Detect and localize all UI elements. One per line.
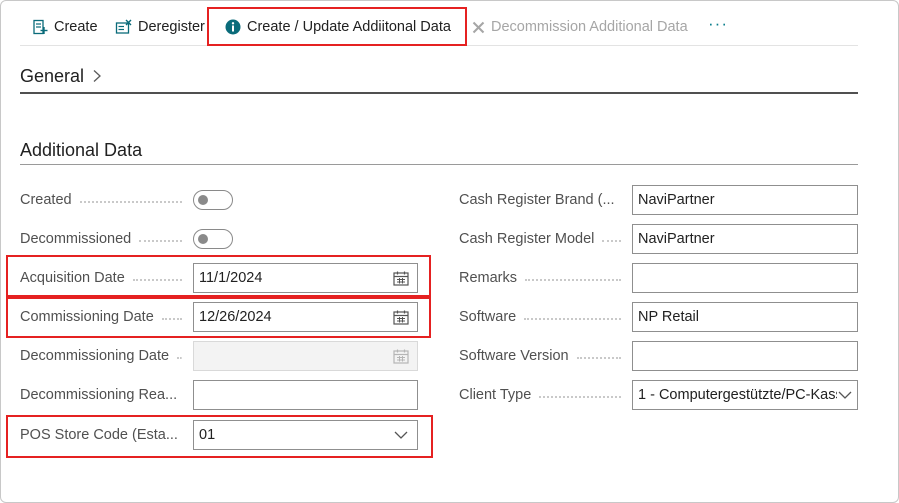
client-type-select[interactable]: 1 - Computergestützte/PC-Kass — [632, 380, 858, 410]
acquisition-date-label-row: Acquisition Date — [20, 269, 186, 287]
remarks-field[interactable] — [632, 263, 858, 293]
create-button[interactable]: Create — [32, 10, 98, 44]
calendar-icon[interactable] — [390, 310, 412, 325]
general-section-header[interactable]: General — [20, 66, 102, 87]
cash-register-brand-field[interactable]: NaviPartner — [632, 185, 858, 215]
cash-register-brand-label: Cash Register Brand (... — [459, 192, 615, 208]
additional-data-section-title: Additional Data — [20, 140, 143, 160]
deregister-label: Deregister — [138, 19, 205, 35]
created-label-row: Created — [20, 191, 186, 209]
commissioning-date-label: Commissioning Date — [20, 309, 154, 325]
software-version-label-row: Software Version — [459, 347, 625, 365]
more-actions-button[interactable]: ··· — [708, 14, 728, 34]
software-version-label: Software Version — [459, 348, 569, 364]
deregister-icon — [115, 19, 132, 34]
created-toggle[interactable] — [193, 190, 233, 210]
remarks-label: Remarks — [459, 270, 518, 286]
calendar-icon[interactable] — [390, 271, 412, 286]
general-section-title: General — [20, 66, 85, 86]
deregister-button[interactable]: Deregister — [115, 10, 205, 44]
highlight-create-update — [207, 7, 467, 46]
cash-register-model-value: NaviPartner — [638, 231, 715, 247]
commissioning-date-value: 12/26/2024 — [199, 309, 272, 325]
acquisition-date-label: Acquisition Date — [20, 270, 125, 286]
decommission-additional-data-button[interactable]: Decommission Additional Data — [472, 10, 688, 44]
decommission-label: Decommission Additional Data — [491, 19, 688, 35]
create-document-icon — [33, 19, 48, 35]
cash-register-model-label-row: Cash Register Model — [459, 230, 625, 248]
decommissioning-date-field — [193, 341, 418, 371]
chevron-down-icon[interactable] — [390, 431, 412, 439]
chevron-down-icon[interactable] — [837, 391, 853, 399]
client-type-label: Client Type — [459, 387, 532, 403]
decommissioning-date-label: Decommissioning Date — [20, 348, 170, 364]
close-icon — [472, 21, 485, 33]
cash-register-model-field[interactable]: NaviPartner — [632, 224, 858, 254]
software-version-field[interactable] — [632, 341, 858, 371]
acquisition-date-field[interactable]: 11/1/2024 — [193, 263, 418, 293]
software-value: NP Retail — [638, 309, 699, 325]
software-label: Software — [459, 309, 517, 325]
commissioning-date-label-row: Commissioning Date — [20, 308, 186, 326]
decommissioning-reason-field[interactable] — [193, 380, 418, 410]
pos-store-code-select[interactable]: 01 — [193, 420, 418, 450]
commissioning-date-field[interactable]: 12/26/2024 — [193, 302, 418, 332]
cash-register-model-label: Cash Register Model — [459, 231, 595, 247]
client-type-label-row: Client Type — [459, 386, 625, 404]
cash-register-brand-value: NaviPartner — [638, 192, 715, 208]
remarks-label-row: Remarks — [459, 269, 625, 287]
general-section-divider — [20, 92, 858, 94]
pos-store-code-value: 01 — [199, 427, 216, 443]
additional-data-section-divider — [20, 164, 858, 165]
create-label: Create — [54, 19, 98, 35]
cash-register-brand-label-row: Cash Register Brand (... — [459, 191, 625, 209]
decommissioned-label-row: Decommissioned — [20, 230, 186, 248]
decommissioned-label: Decommissioned — [20, 231, 132, 247]
acquisition-date-value: 11/1/2024 — [199, 270, 263, 286]
decommissioning-date-label-row: Decommissioning Date — [20, 347, 186, 365]
decommissioning-reason-label: Decommissioning Rea... — [20, 387, 178, 403]
software-field[interactable]: NP Retail — [632, 302, 858, 332]
software-label-row: Software — [459, 308, 625, 326]
chevron-right-icon — [93, 70, 102, 82]
decommissioning-reason-label-row: Decommissioning Rea... — [20, 386, 186, 404]
pos-store-code-label-row: POS Store Code (Esta... — [20, 426, 186, 444]
calendar-icon — [390, 349, 412, 364]
created-label: Created — [20, 192, 72, 208]
pos-store-code-label: POS Store Code (Esta... — [20, 427, 178, 443]
decommissioned-toggle[interactable] — [193, 229, 233, 249]
client-type-value: 1 - Computergestützte/PC-Kass — [638, 387, 837, 403]
